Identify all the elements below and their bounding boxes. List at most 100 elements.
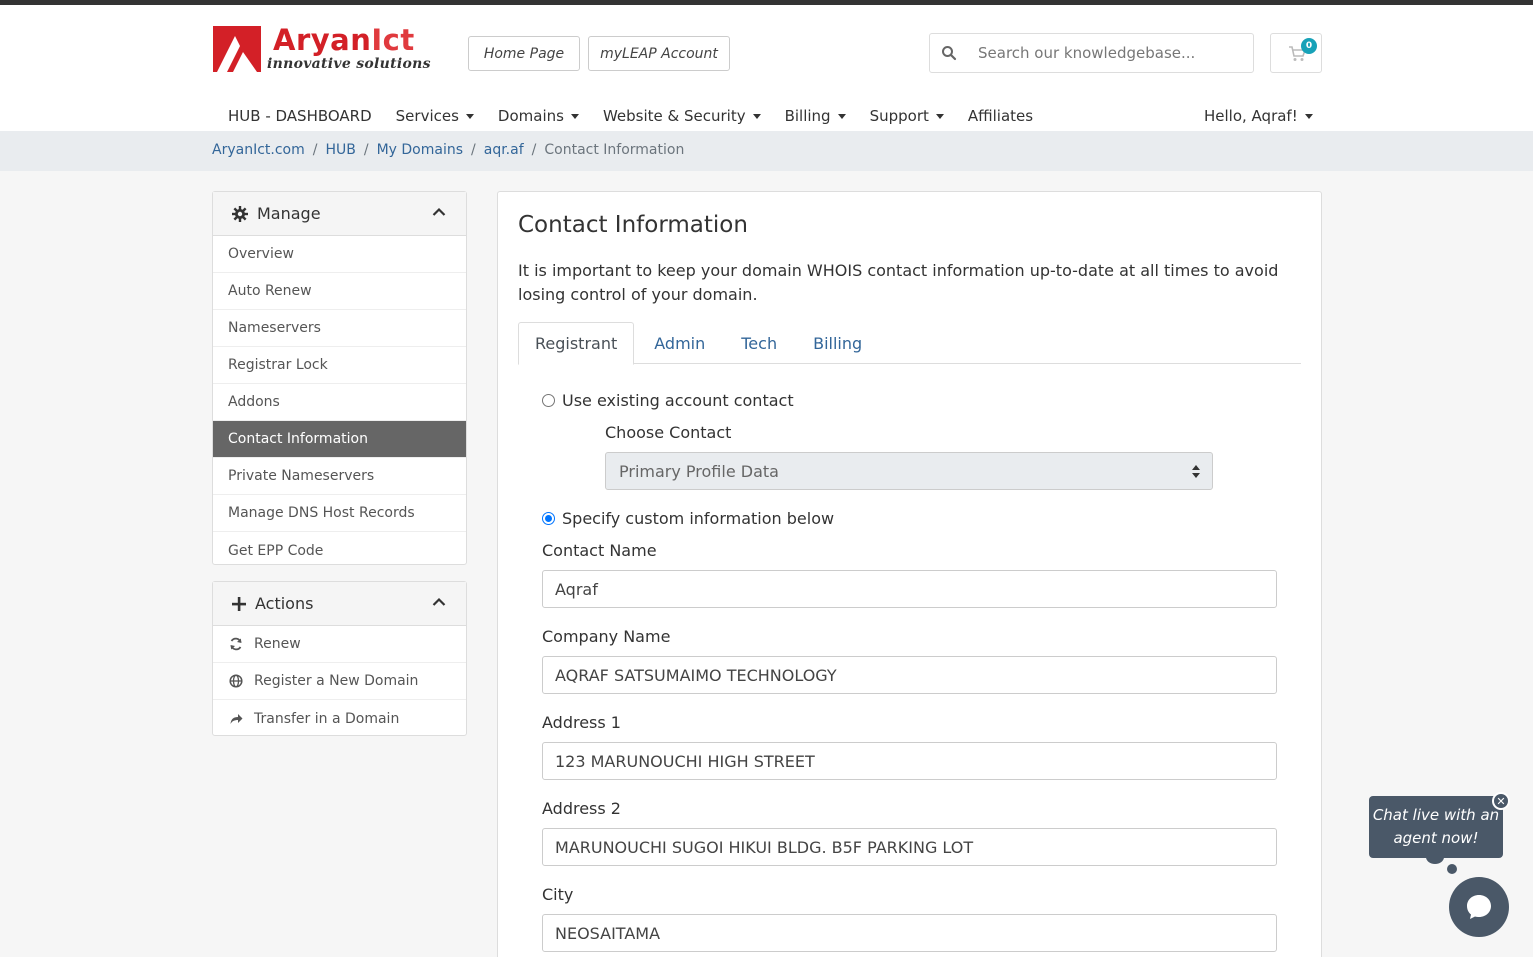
logo-name-suffix: Ict (371, 23, 415, 57)
sidebar-item-nameservers[interactable]: Nameservers (213, 310, 466, 347)
use-existing-contact-label: Use existing account contact (562, 391, 794, 410)
nav-item-support[interactable]: Support (870, 103, 944, 129)
actions-panel-title: Actions (255, 594, 314, 613)
manage-panel: Manage Overview Auto Renew Nameservers R… (212, 191, 467, 565)
chat-launcher-button[interactable] (1449, 877, 1509, 937)
chevron-up-icon[interactable] (432, 597, 446, 607)
choose-contact-label: Choose Contact (605, 423, 732, 442)
sidebar-item-label: Registrar Lock (228, 357, 328, 373)
logo-tagline: innovative solutions (267, 56, 431, 72)
sidebar-item-addons[interactable]: Addons (213, 384, 466, 421)
breadcrumb-separator: / (312, 142, 318, 158)
sidebar-item-overview[interactable]: Overview (213, 236, 466, 273)
sidebar-item-manage-dns[interactable]: Manage DNS Host Records (213, 495, 466, 532)
sidebar-item-private-nameservers[interactable]: Private Nameservers (213, 458, 466, 495)
sidebar-item-label: Get EPP Code (228, 542, 324, 559)
nav-item-dashboard[interactable]: HUB - DASHBOARD (228, 103, 372, 129)
city-field[interactable]: NEOSAITAMA (542, 914, 1277, 952)
address1-label: Address 1 (542, 713, 621, 732)
share-arrow-icon (228, 712, 244, 726)
nav-item-services[interactable]: Services (396, 103, 474, 129)
user-greeting: Hello, Aqraf! (1204, 107, 1298, 125)
company-name-field[interactable]: AQRAF SATSUMAIMO TECHNOLOGY (542, 656, 1277, 694)
breadcrumb-separator: / (363, 142, 369, 158)
action-renew[interactable]: Renew (213, 626, 466, 663)
myleap-account-button[interactable]: myLEAP Account (588, 36, 730, 71)
nav-item-affiliates[interactable]: Affiliates (968, 103, 1033, 129)
page-intro: It is important to keep your domain WHOI… (518, 261, 1279, 304)
sidebar-item-contact-information[interactable]: Contact Information (213, 421, 466, 458)
use-existing-contact-option[interactable]: Use existing account contact (542, 391, 794, 410)
sidebar-item-label: Private Nameservers (228, 468, 375, 484)
specify-custom-option[interactable]: Specify custom information below (542, 509, 834, 528)
close-icon[interactable]: ✕ (1492, 792, 1510, 810)
logo-name-main: Aryan (273, 23, 372, 57)
nav-item-domains[interactable]: Domains (498, 103, 579, 129)
knowledgebase-search (929, 33, 1254, 73)
breadcrumb-link-my-domains[interactable]: My Domains (377, 142, 463, 158)
nav-item-label: Affiliates (967, 107, 1034, 125)
site-header: AryanIct innovative solutions Home Page … (0, 5, 1533, 131)
chat-bubble-tail (1426, 850, 1444, 864)
plus-icon (232, 596, 246, 611)
logo[interactable]: AryanIct innovative solutions (213, 23, 443, 77)
cart-button[interactable]: 0 (1270, 33, 1322, 73)
home-page-button[interactable]: Home Page (468, 36, 580, 71)
manage-panel-title: Manage (257, 204, 321, 223)
actions-panel-header[interactable]: Actions (213, 582, 466, 626)
chat-icon (1467, 895, 1491, 919)
choose-contact-select[interactable]: Primary Profile Data (605, 452, 1213, 490)
tab-tech[interactable]: Tech (725, 322, 793, 364)
sidebar-item-registrar-lock[interactable]: Registrar Lock (213, 347, 466, 384)
search-input[interactable] (978, 44, 1248, 62)
action-label: Transfer in a Domain (254, 710, 400, 727)
nav-item-label: Website & Security (602, 107, 746, 125)
address1-field[interactable]: 123 MARUNOUCHI HIGH STREET (542, 742, 1277, 780)
caret-down-icon (465, 113, 474, 119)
cart-count-badge: 0 (1301, 38, 1317, 54)
tab-registrant[interactable]: Registrant (518, 322, 635, 365)
nav-item-website-security[interactable]: Website & Security (603, 103, 761, 129)
company-name-label: Company Name (542, 627, 671, 646)
contact-name-field[interactable]: Aqraf (542, 570, 1277, 608)
sidebar-item-label: Manage DNS Host Records (228, 505, 415, 521)
sidebar-item-auto-renew[interactable]: Auto Renew (213, 273, 466, 310)
refresh-icon (228, 637, 244, 651)
manage-panel-header[interactable]: Manage (213, 192, 466, 236)
contact-name-label: Contact Name (542, 541, 657, 560)
breadcrumb-current: Contact Information (544, 142, 685, 158)
nav-item-label: Billing (784, 107, 831, 125)
chat-prompt-bubble[interactable]: Chat live with an agent now! (1369, 796, 1503, 858)
city-label: City (542, 885, 574, 904)
page-title: Contact Information (518, 212, 748, 238)
choose-contact-value: Primary Profile Data (619, 461, 779, 481)
chevron-up-icon[interactable] (432, 207, 446, 217)
breadcrumb-link-hub[interactable]: HUB (325, 142, 355, 158)
specify-custom-radio[interactable] (542, 512, 555, 525)
user-menu[interactable]: Hello, Aqraf! (1204, 103, 1313, 129)
sidebar-item-get-epp-code[interactable]: Get EPP Code (213, 532, 466, 569)
logo-mark-icon (213, 26, 261, 72)
nav-item-label: Domains (497, 107, 564, 125)
chat-bubble-tail-dot (1447, 864, 1457, 874)
globe-icon (228, 674, 244, 688)
breadcrumb-link-home[interactable]: AryanIct.com (212, 142, 305, 158)
action-transfer-domain[interactable]: Transfer in a Domain (213, 700, 466, 737)
caret-down-icon (1304, 113, 1313, 119)
tab-admin[interactable]: Admin (638, 322, 721, 364)
address2-label: Address 2 (542, 799, 621, 818)
address2-field[interactable]: MARUNOUCHI SUGOI HIKUI BLDG. B5F PARKING… (542, 828, 1277, 866)
use-existing-contact-radio[interactable] (542, 394, 555, 407)
tab-billing[interactable]: Billing (797, 322, 878, 364)
sidebar-item-label: Auto Renew (228, 283, 312, 299)
breadcrumb-link-domain[interactable]: aqr.af (484, 142, 524, 158)
contact-tabs: Registrant Admin Tech Billing (518, 322, 1301, 365)
breadcrumb-separator: / (531, 142, 537, 158)
gear-icon (232, 205, 248, 222)
search-icon[interactable] (930, 45, 968, 61)
nav-item-billing[interactable]: Billing (785, 103, 846, 129)
main-nav: HUB - DASHBOARD Services Domains Website… (228, 103, 1057, 129)
caret-down-icon (837, 113, 846, 119)
action-register-domain[interactable]: Register a New Domain (213, 663, 466, 700)
logo-name: AryanIct (273, 23, 415, 57)
